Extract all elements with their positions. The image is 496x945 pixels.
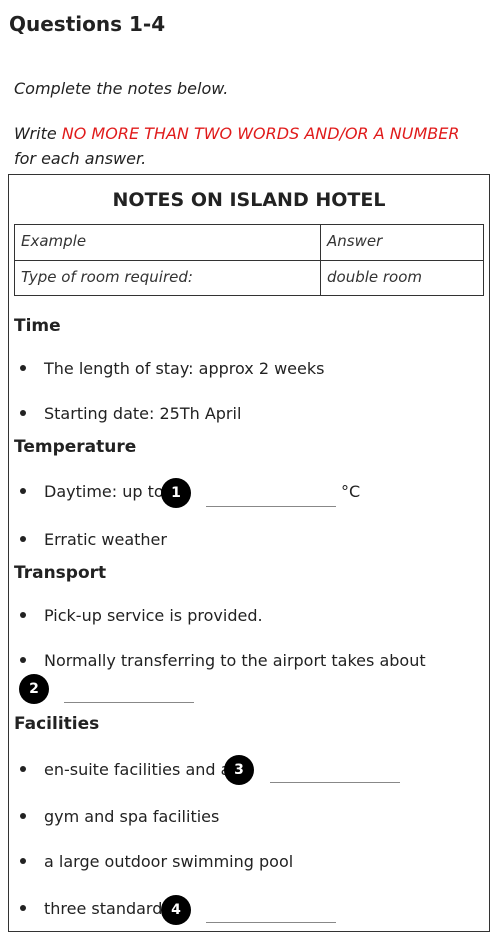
question-number-badge: 2: [19, 674, 49, 704]
question-number-badge: 1: [161, 478, 191, 508]
list-item-text: Daytime: up to: [44, 482, 164, 501]
list-item: Erratic weather: [20, 530, 167, 549]
section-title-temperature: Temperature: [14, 437, 137, 457]
bullet-icon: [20, 535, 26, 542]
answer-blank-4[interactable]: [206, 922, 336, 923]
table-cell-question: Type of room required:: [21, 268, 193, 286]
list-item: Daytime: up to: [20, 482, 164, 501]
list-item: Normally transferring to the airport tak…: [20, 651, 426, 670]
question-number-badge: 4: [161, 895, 191, 925]
bullet-icon: [20, 409, 26, 416]
list-item: Pick-up service is provided.: [20, 606, 263, 625]
unit-celsius: °C: [341, 482, 361, 501]
answer-blank-1[interactable]: [206, 506, 336, 507]
instruction-line-1: Complete the notes below.: [14, 79, 229, 98]
list-item-text: Starting date: 25Th April: [44, 404, 242, 423]
list-item-text: a large outdoor swimming pool: [44, 852, 294, 871]
instruction-line-3: for each answer.: [14, 149, 147, 168]
bullet-icon: [20, 812, 26, 819]
table-header-answer: Answer: [327, 232, 383, 250]
instruction-write: Write: [14, 124, 57, 143]
list-item-text: Normally transferring to the airport tak…: [44, 651, 426, 670]
bullet-icon: [20, 656, 26, 663]
table-divider-vertical: [320, 225, 321, 295]
instruction-word-limit: NO MORE THAN TWO WORDS AND/OR A NUMBER: [61, 124, 460, 143]
question-number-badge: 3: [224, 755, 254, 785]
section-title-facilities: Facilities: [14, 714, 100, 734]
answer-blank-3[interactable]: [270, 782, 400, 783]
list-item-text: en-suite facilities and a: [44, 760, 231, 779]
bullet-icon: [20, 765, 26, 772]
table-cell-answer: double room: [327, 268, 423, 286]
list-item: Starting date: 25Th April: [20, 404, 241, 423]
list-item-text: three standard: [44, 899, 163, 918]
notes-title: NOTES ON ISLAND HOTEL: [112, 189, 386, 211]
bullet-icon: [20, 904, 26, 911]
list-item: gym and spa facilities: [20, 807, 219, 826]
page-heading: Questions 1-4: [9, 12, 166, 36]
table-divider-horizontal: [15, 260, 483, 261]
list-item: a large outdoor swimming pool: [20, 852, 293, 871]
bullet-icon: [20, 364, 26, 371]
bullet-icon: [20, 487, 26, 494]
list-item-text: gym and spa facilities: [44, 807, 220, 826]
list-item-text: Erratic weather: [44, 530, 167, 549]
answer-blank-2[interactable]: [64, 702, 194, 703]
list-item-text: Pick-up service is provided.: [44, 606, 263, 625]
bullet-icon: [20, 857, 26, 864]
list-item: en-suite facilities and a: [20, 760, 230, 779]
list-item: The length of stay: approx 2 weeks: [20, 359, 324, 378]
section-title-transport: Transport: [14, 563, 107, 583]
list-item-text: The length of stay: approx 2 weeks: [44, 359, 325, 378]
list-item: three standard: [20, 899, 162, 918]
example-table: Example Answer Type of room required: do…: [14, 224, 484, 296]
section-title-time: Time: [14, 316, 61, 336]
table-header-example: Example: [21, 232, 87, 250]
instruction-line-2: Write NO MORE THAN TWO WORDS AND/OR A NU…: [14, 124, 459, 143]
bullet-icon: [20, 611, 26, 618]
